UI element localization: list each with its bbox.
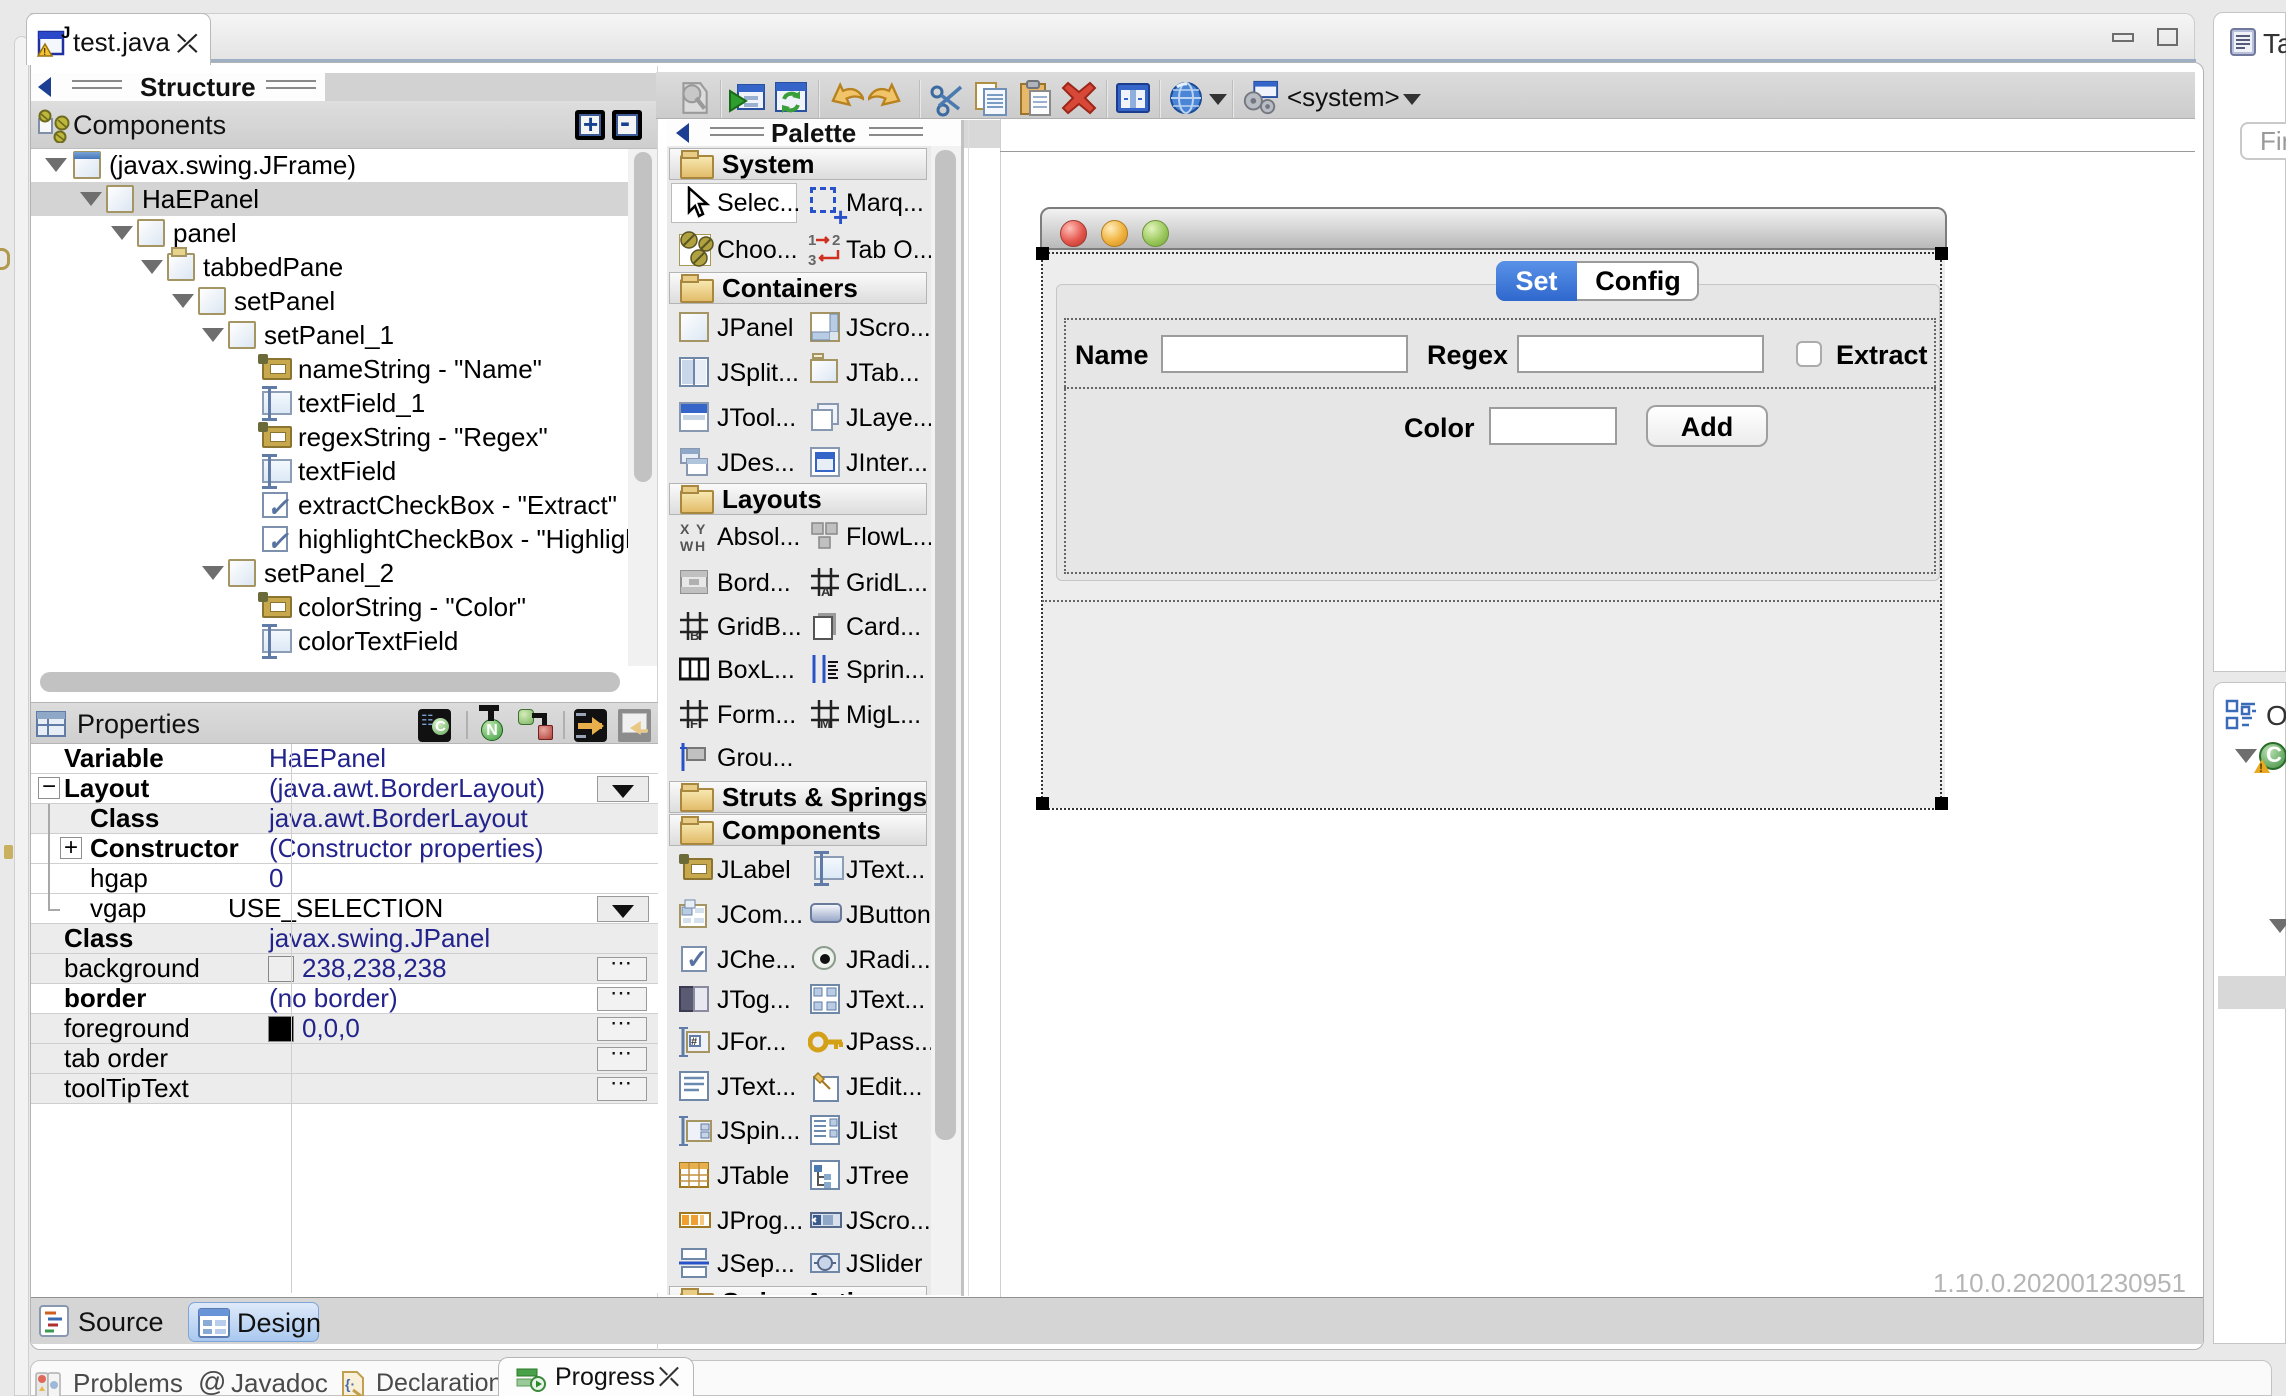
svg-text:X: X: [680, 521, 690, 537]
svg-text:!: !: [43, 47, 46, 58]
svg-text:A: A: [821, 584, 831, 597]
svg-text:J: J: [61, 24, 70, 42]
svg-text:H: H: [695, 538, 705, 553]
svg-text:#: #: [691, 1036, 697, 1048]
svg-text:2: 2: [832, 232, 840, 249]
svg-text:B: B: [690, 628, 699, 641]
svg-text:1: 1: [808, 232, 816, 249]
svg-text:F: F: [690, 716, 698, 729]
svg-text:M: M: [820, 716, 831, 729]
svg-text:Y: Y: [696, 521, 706, 537]
svg-text:W: W: [680, 538, 694, 553]
svg-text:3: 3: [808, 252, 816, 268]
